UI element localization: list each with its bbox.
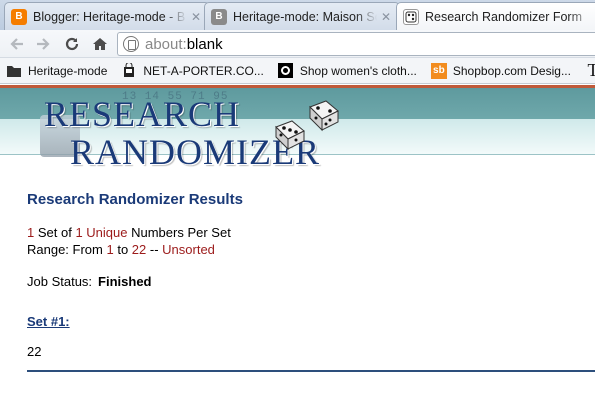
range-from: 1 [106,242,114,257]
range-separator: -- [146,242,163,257]
tab-title: Heritage-mode: Maison Sco [233,9,377,24]
address-bar[interactable]: about:blank [117,32,595,56]
results-section: Research Randomizer Results 1 Set of 1 U… [27,191,595,372]
home-icon[interactable] [89,33,111,55]
bag-icon [121,63,137,79]
back-arrow-icon[interactable] [6,33,28,55]
bookmark-t[interactable]: T [585,60,595,80]
job-status: Job Status: Finished [27,274,152,289]
bookmark-label: NET-A-PORTER.CO... [143,63,264,78]
blogger-grey-icon: B [211,8,227,25]
circle-icon [278,63,294,79]
numbers-count: 1 [75,225,83,240]
sets-summary: 1 Set of 1 Unique Numbers Per Set [27,225,231,240]
sb-icon: sb [430,62,447,79]
tab-blogger-heritage[interactable]: B Blogger: Heritage-mode - B ✕ [4,2,210,30]
die-icon [275,120,305,151]
divider [27,370,595,372]
results-title: Research Randomizer Results [27,191,243,208]
dice-icon [403,8,419,25]
unique-word: Unique [86,225,128,240]
close-icon[interactable]: ✕ [191,10,203,24]
set-word: Set of [34,225,76,240]
range-to-word: to [113,242,132,257]
reload-icon[interactable] [61,33,83,55]
browser-toolbar: about:blank [0,30,595,58]
folder-icon [6,63,22,79]
bookmark-net-a-porter[interactable]: NET-A-PORTER.CO... [121,63,271,79]
tab-strip: B Blogger: Heritage-mode - B ✕ B Heritag… [0,0,595,30]
page-icon [123,36,139,52]
job-status-label: Job Status: [27,274,93,289]
t-icon: T [587,60,595,80]
forward-arrow-icon[interactable] [32,33,54,55]
research-randomizer-logo[interactable]: 13 14 55 71 95 RESEARCH RANDOMIZER [34,91,339,175]
blogger-icon: B [11,8,27,25]
job-status-value: Finished [98,274,152,289]
bookmark-label: Shopbop.com Desig... [452,63,571,78]
bookmark-label: Shop women's cloth... [299,63,417,78]
range-summary: Range: From 1 to 22 -- Unsorted [27,242,215,257]
bookmark-shop-womens[interactable]: Shop women's cloth... [278,63,425,79]
die-icon [309,100,339,132]
url-text[interactable]: about:blank [145,36,223,53]
tab-heritage-maison[interactable]: B Heritage-mode: Maison Sco ✕ [204,2,400,30]
close-icon[interactable]: ✕ [381,10,393,24]
tab-title: Research Randomizer Form [425,9,582,24]
sort-state: Unsorted [162,242,215,257]
tab-research-randomizer[interactable]: Research Randomizer Form [396,2,595,30]
set-1-link[interactable]: Set #1: [27,314,70,329]
bookmarks-bar: Heritage-mode NET-A-PORTER.CO... Shop wo… [0,58,595,84]
bookmark-label: Heritage-mode [28,63,108,78]
bookmark-heritage-mode[interactable]: Heritage-mode [6,63,115,79]
bookmark-shopbop[interactable]: sb Shopbop.com Desig... [430,62,579,79]
range-to: 22 [131,242,147,257]
logo-word-research: RESEARCH [44,94,241,134]
per-set-text: Numbers Per Set [127,225,231,240]
tab-title: Blogger: Heritage-mode - B [33,9,186,24]
set-1-value: 22 [27,344,42,359]
page-content: 13 14 55 71 95 RESEARCH RANDOMIZER Resea… [0,85,595,400]
range-label: Range: From [27,242,107,257]
